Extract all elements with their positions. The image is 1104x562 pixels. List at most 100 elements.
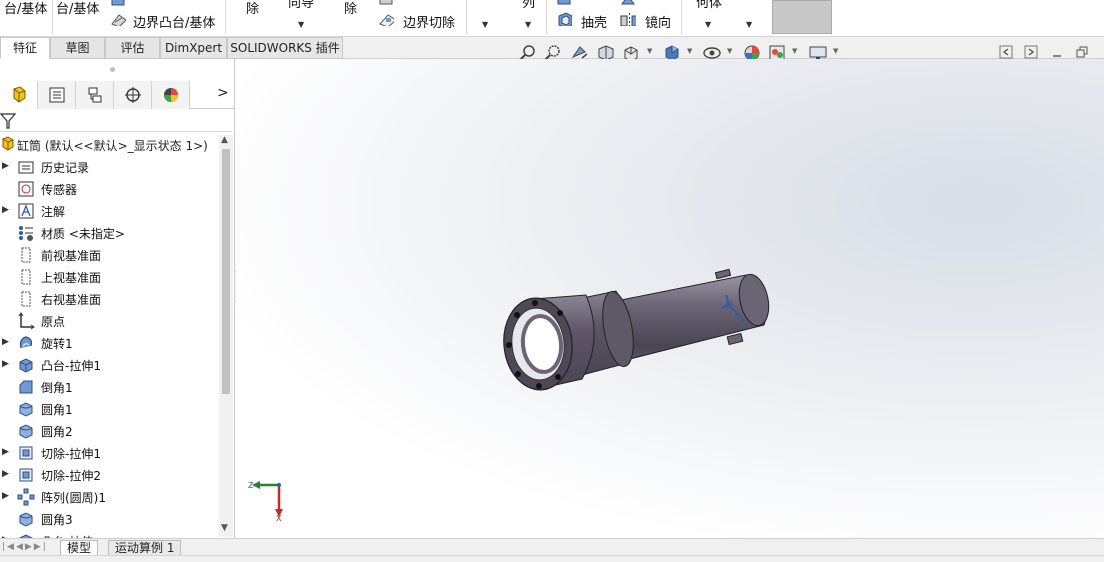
chevron-down-icon[interactable]: ▼	[833, 47, 838, 55]
revolved-cut-button[interactable]: 除	[344, 0, 357, 17]
graphics-area[interactable]: X Z	[236, 59, 1104, 538]
scrollbar-thumb[interactable]	[222, 149, 230, 394]
property-manager-icon	[49, 87, 65, 103]
tree-item-label: 切除-拉伸1	[41, 447, 101, 461]
expand-arrow-icon[interactable]: ▶	[2, 491, 9, 501]
tree-item[interactable]: ▶ 历史记录	[0, 156, 220, 178]
ribbon-separator	[681, 0, 682, 34]
tree-item[interactable]: ▶凸台-拉伸	[0, 530, 220, 538]
hole-wizard-button[interactable]: 向导	[288, 0, 314, 11]
draft-icon[interactable]	[620, 0, 636, 8]
shell-icon[interactable]	[556, 12, 572, 26]
chevron-down-icon[interactable]: ▼	[746, 20, 752, 29]
tree-item[interactable]: 倒角1	[0, 376, 220, 398]
tab-display-manager[interactable]	[152, 81, 190, 109]
extruded-cut-button[interactable]: 除	[246, 0, 259, 17]
boundary-boss-icon[interactable]	[110, 12, 126, 26]
tree-item[interactable]: 右视基准面	[0, 288, 220, 310]
minimize-icon[interactable]	[1050, 45, 1064, 59]
tree-item[interactable]: 传感器	[0, 178, 220, 200]
boundary-cut-button[interactable]: 边界切除	[403, 12, 455, 31]
tree-item[interactable]: 圆角2	[0, 420, 220, 442]
expand-arrow-icon[interactable]: ▶	[2, 469, 9, 479]
expand-arrow-icon[interactable]: ▶	[2, 161, 9, 171]
revolve-icon	[19, 336, 33, 349]
swept-boss-icon[interactable]	[110, 0, 126, 8]
boss-extrude-button[interactable]: 台/基体	[4, 0, 47, 17]
revolve-boss-button[interactable]: 台/基体	[56, 0, 99, 17]
boundary-boss-button[interactable]: 边界凸台/基体	[133, 12, 215, 31]
tab-dimxpert-manager[interactable]	[114, 81, 152, 109]
tree-item[interactable]: ▶ 切除-拉伸1	[0, 442, 220, 464]
tab-model[interactable]: 模型	[60, 540, 99, 556]
tree-item[interactable]: ▶ 注解	[0, 200, 220, 222]
mirror-icon[interactable]	[620, 12, 636, 26]
tab-scroll-arrows[interactable]: |◀◀▶▶|	[2, 542, 48, 552]
filter-icon[interactable]	[0, 112, 16, 130]
scroll-down-icon[interactable]: ▼	[221, 523, 228, 533]
chevron-down-icon[interactable]: ▼	[687, 47, 692, 55]
tab-property-manager[interactable]	[38, 81, 76, 109]
tree-item[interactable]: 圆角1	[0, 398, 220, 420]
tab-dimxpert[interactable]: DimXpert	[160, 37, 227, 59]
tree-item[interactable]: 圆角3	[0, 508, 220, 530]
tree-item[interactable]: ▶ 凸台-拉伸1	[0, 354, 220, 376]
display-manager-icon	[164, 88, 178, 102]
tree-item-label: 历史记录	[41, 161, 90, 175]
appearance-swatch[interactable]	[772, 0, 832, 34]
draft-label-clipped: ···	[642, 0, 654, 7]
chevron-down-icon[interactable]: ▼	[298, 20, 304, 29]
tab-feature-manager[interactable]	[0, 81, 38, 109]
tab-evaluate[interactable]: 评估	[105, 37, 160, 59]
scroll-up-icon[interactable]: ▲	[221, 135, 228, 145]
expand-arrow-icon[interactable]: ▶	[2, 337, 9, 347]
tree-filter-bar[interactable]	[0, 110, 232, 132]
tree-scrollbar[interactable]: ▲ ▼	[219, 135, 233, 537]
tab-configuration-manager[interactable]	[76, 81, 114, 109]
fillet-icon	[19, 512, 33, 527]
tab-motion-study-1[interactable]: 运动算例 1	[108, 540, 182, 556]
linear-pattern-button[interactable]: 列	[522, 0, 535, 11]
manager-tabs: >	[0, 81, 234, 109]
tree-item[interactable]: ▶ 阵列(圆周)1	[0, 486, 220, 508]
chevron-down-icon[interactable]: ▼	[525, 20, 531, 29]
chevron-down-icon[interactable]: ▼	[727, 47, 732, 55]
chevron-down-icon[interactable]: ▼	[705, 20, 711, 29]
tree-item[interactable]: ▶ 切除-拉伸2	[0, 464, 220, 486]
chevron-down-icon[interactable]: ▼	[647, 47, 652, 55]
previous-document-icon[interactable]	[999, 45, 1013, 59]
swept-cut-icon[interactable]	[378, 0, 394, 8]
tree-item[interactable]: ▶ 旋转1	[0, 332, 220, 354]
restore-icon[interactable]	[1075, 45, 1089, 59]
shell-button[interactable]: 抽壳	[581, 12, 607, 31]
rib-label-clipped: ···	[578, 0, 590, 7]
panel-grip[interactable]	[110, 67, 115, 72]
tree-item[interactable]: 前视基准面	[0, 244, 220, 266]
chevron-down-icon[interactable]: ▼	[482, 20, 488, 29]
ribbon-separator	[546, 0, 547, 34]
chevron-down-icon[interactable]: ▼	[792, 47, 797, 55]
chevron-right-icon[interactable]: >	[217, 85, 229, 101]
expand-arrow-icon[interactable]: ▶	[2, 205, 9, 215]
ribbon-separator	[466, 0, 467, 34]
tab-features[interactable]: 特征	[0, 37, 50, 59]
triad-z-label: Z	[248, 481, 254, 490]
tree-item[interactable]: 原点	[0, 310, 220, 332]
tab-solidworks-addins[interactable]: SOLIDWORKS 插件	[227, 37, 343, 59]
tree-root-part[interactable]: 缸筒 (默认<<默认>_显示状态 1>)	[0, 135, 220, 155]
feature-manager-icon	[13, 86, 26, 103]
expand-arrow-icon[interactable]: ▶	[2, 359, 9, 369]
next-document-icon[interactable]	[1024, 45, 1038, 59]
tree-item[interactable]: 上视基准面	[0, 266, 220, 288]
cylinder-tube-model[interactable]: X Z	[236, 59, 1104, 538]
expand-arrow-icon[interactable]: ▶	[2, 447, 9, 457]
mirror-button[interactable]: 镜向	[645, 12, 671, 31]
boundary-cut-icon[interactable]	[378, 12, 394, 26]
sensor-icon	[18, 181, 34, 197]
tab-sketch[interactable]: 草图	[50, 37, 105, 59]
tree-item[interactable]: 材质 <未指定>	[0, 222, 220, 244]
reference-geometry-button[interactable]: 何体	[696, 0, 722, 11]
rib-feature-icon[interactable]	[556, 0, 572, 8]
plane-icon	[21, 269, 31, 285]
tree-item-label: 注解	[41, 205, 66, 219]
